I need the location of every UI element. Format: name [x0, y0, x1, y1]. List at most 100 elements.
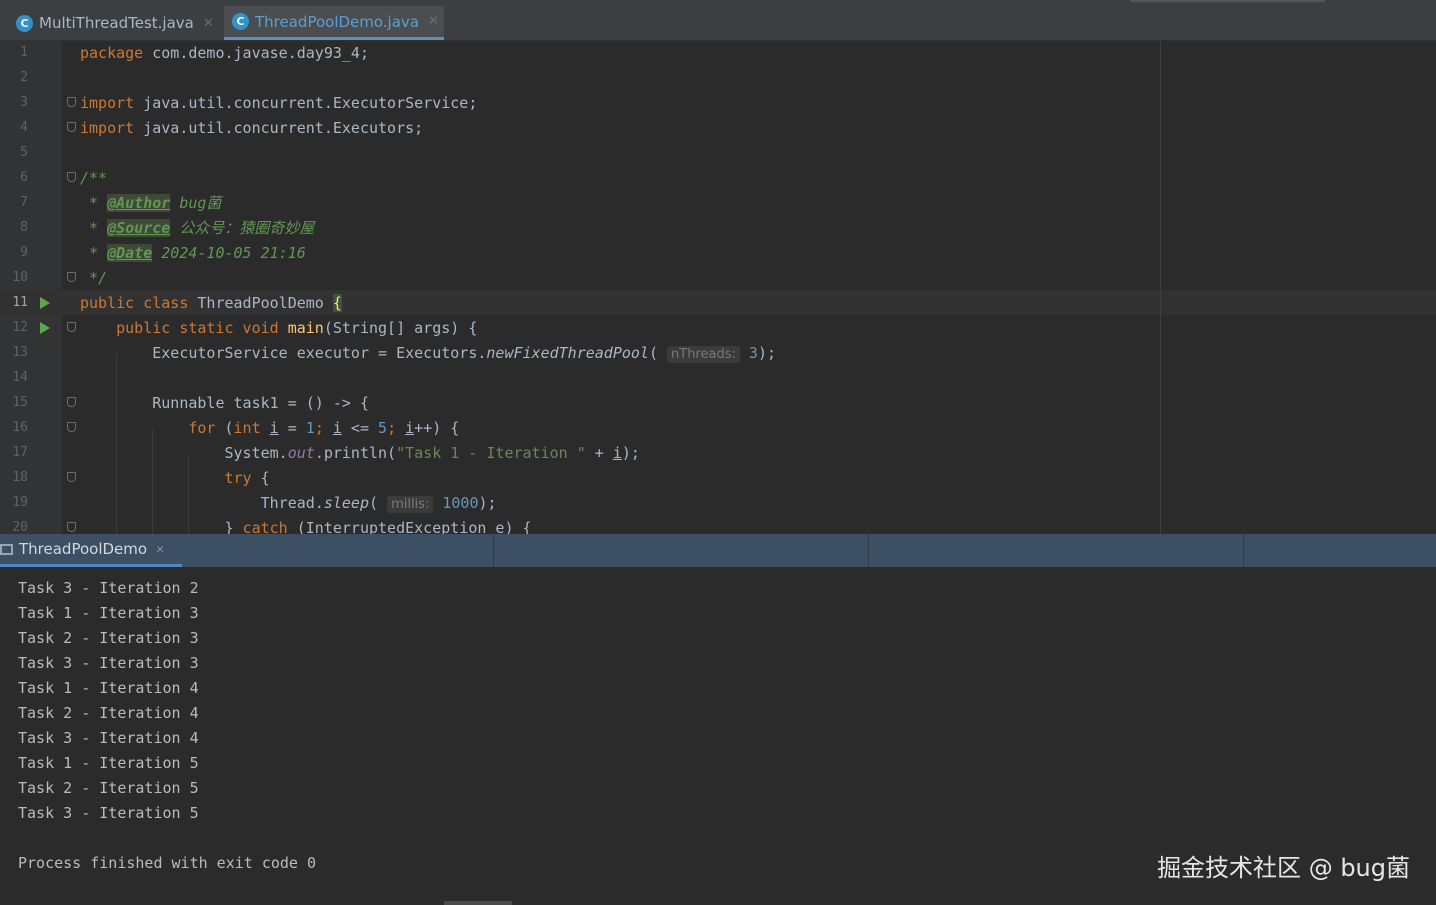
panel-divider — [1243, 534, 1244, 567]
code-text: */ — [80, 269, 108, 287]
code-text: * @Date 2024-10-05 21:16 — [80, 244, 306, 262]
panel-divider — [868, 534, 869, 567]
editor-tab-bar: C MultiThreadTest.java ✕ C ThreadPoolDem… — [0, 0, 1436, 41]
exit-message: Process finished with exit code 0 — [18, 854, 317, 872]
fold-icon[interactable] — [67, 422, 76, 432]
code-text: import java.util.concurrent.Executors; — [80, 119, 424, 137]
parameter-hint: millis: — [387, 496, 434, 513]
tab-label: ThreadPoolDemo.java — [255, 12, 419, 31]
line-number: 12 — [12, 320, 28, 335]
run-tool-window-header: ThreadPoolDemo ✕ — [0, 534, 1436, 568]
code-line[interactable]: 6 /** — [0, 166, 1160, 191]
line-number: 10 — [12, 270, 28, 285]
line-number: 2 — [20, 70, 28, 85]
code-text: for (int i = 1; i <= 5; i++) { — [80, 419, 460, 437]
fold-icon[interactable] — [67, 122, 76, 132]
console-line: Task 3 - Iteration 3 — [18, 654, 199, 672]
console-line: Task 3 - Iteration 2 — [18, 579, 199, 597]
console-line: Task 1 - Iteration 5 — [18, 754, 199, 772]
run-tab-threadpooldemo[interactable]: ThreadPoolDemo ✕ — [0, 534, 182, 567]
fold-icon[interactable] — [67, 472, 76, 482]
line-number: 5 — [20, 145, 28, 160]
code-line[interactable]: 19 Thread.sleep( millis: 1000); — [0, 491, 1160, 516]
code-line[interactable]: 4 import java.util.concurrent.Executors; — [0, 116, 1160, 141]
console-line: Task 2 - Iteration 5 — [18, 779, 199, 797]
code-text: * @Source 公众号：猿圈奇妙屋 — [80, 219, 315, 237]
line-number: 16 — [12, 420, 28, 435]
code-text: public static void main(String[] args) { — [80, 319, 478, 337]
code-text: /** — [80, 169, 108, 187]
fold-icon[interactable] — [67, 272, 76, 282]
code-line[interactable]: 8 * @Source 公众号：猿圈奇妙屋 — [0, 216, 1160, 241]
fold-icon[interactable] — [67, 322, 76, 332]
line-number: 14 — [12, 370, 28, 385]
code-line[interactable]: 10 */ — [0, 266, 1160, 291]
java-class-icon: C — [232, 13, 249, 30]
code-line[interactable]: 1 package com.demo.javase.day93_4; — [0, 41, 1160, 66]
code-text: ExecutorService executor = Executors.new… — [80, 344, 776, 363]
fold-icon[interactable] — [67, 97, 76, 107]
line-number: 7 — [20, 195, 28, 210]
line-number: 19 — [12, 495, 28, 510]
code-line[interactable]: 14 — [0, 366, 1160, 391]
code-text: Runnable task1 = () -> { — [80, 394, 369, 412]
console-line: Task 1 - Iteration 4 — [18, 679, 199, 697]
line-number: 13 — [12, 345, 28, 360]
tab-multithreadtest[interactable]: C MultiThreadTest.java ✕ — [16, 6, 216, 40]
line-number: 9 — [20, 245, 28, 260]
code-line[interactable]: 15 Runnable task1 = () -> { — [0, 391, 1160, 416]
line-number: 6 — [20, 170, 28, 185]
code-line[interactable]: 12 public static void main(String[] args… — [0, 316, 1160, 341]
line-number: 11 — [12, 295, 28, 310]
console-line: Task 3 - Iteration 4 — [18, 729, 199, 747]
code-line[interactable]: 9 * @Date 2024-10-05 21:16 — [0, 241, 1160, 266]
console-icon — [0, 543, 13, 555]
close-icon[interactable]: ✕ — [203, 16, 214, 31]
line-number: 20 — [12, 520, 28, 534]
code-line[interactable]: 5 — [0, 141, 1160, 166]
toolbar-divider — [1130, 0, 1325, 2]
code-text: System.out.println("Task 1 - Iteration "… — [80, 444, 640, 462]
fold-icon[interactable] — [67, 397, 76, 407]
code-line[interactable]: 7 * @Author bug菌 — [0, 191, 1160, 216]
console-line: Task 2 - Iteration 4 — [18, 704, 199, 722]
run-arrow-icon[interactable] — [40, 297, 50, 309]
code-line[interactable]: 2 — [0, 66, 1160, 91]
code-line[interactable]: 16 for (int i = 1; i <= 5; i++) { — [0, 416, 1160, 441]
tab-label: MultiThreadTest.java — [39, 14, 194, 32]
code-line[interactable]: 3 import java.util.concurrent.ExecutorSe… — [0, 91, 1160, 116]
run-arrow-icon[interactable] — [40, 322, 50, 334]
line-number: 3 — [20, 95, 28, 110]
line-number: 1 — [20, 45, 28, 60]
code-editor[interactable]: 1 package com.demo.javase.day93_4; 2 3 i… — [0, 41, 1436, 534]
fold-icon[interactable] — [67, 172, 76, 182]
line-number: 17 — [12, 445, 28, 460]
watermark: 掘金技术社区 @ bug菌 — [1157, 854, 1410, 882]
tab-threadpooldemo[interactable]: C ThreadPoolDemo.java ✕ — [224, 6, 444, 40]
code-text: try { — [80, 469, 270, 487]
code-text: package com.demo.javase.day93_4; — [80, 44, 369, 62]
close-icon[interactable]: ✕ — [156, 542, 164, 557]
code-text: public class ThreadPoolDemo { — [80, 294, 342, 312]
parameter-hint: nThreads: — [667, 346, 740, 363]
console-line: Task 2 - Iteration 3 — [18, 629, 199, 647]
code-text: } catch (InterruptedException e) { — [80, 519, 532, 534]
console-line: Task 1 - Iteration 3 — [18, 604, 199, 622]
close-icon[interactable]: ✕ — [428, 14, 439, 29]
code-line[interactable]: 20 } catch (InterruptedException e) { — [0, 516, 1160, 534]
java-class-icon: C — [16, 14, 33, 32]
panel-divider — [493, 534, 494, 567]
code-text: import java.util.concurrent.ExecutorServ… — [80, 94, 478, 112]
run-tab-label: ThreadPoolDemo — [19, 540, 148, 558]
line-number: 4 — [20, 120, 28, 135]
line-number: 18 — [12, 470, 28, 485]
code-line[interactable]: 11 public class ThreadPoolDemo { — [0, 291, 1160, 316]
line-number: 8 — [20, 220, 28, 235]
code-text: Thread.sleep( millis: 1000); — [80, 494, 497, 513]
fold-icon[interactable] — [67, 522, 76, 532]
code-line[interactable]: 13 ExecutorService executor = Executors.… — [0, 341, 1160, 366]
horizontal-scrollbar[interactable] — [444, 901, 512, 905]
right-margin-guide — [1160, 41, 1161, 534]
code-line[interactable]: 17 System.out.println("Task 1 - Iteratio… — [0, 441, 1160, 466]
code-line[interactable]: 18 try { — [0, 466, 1160, 491]
